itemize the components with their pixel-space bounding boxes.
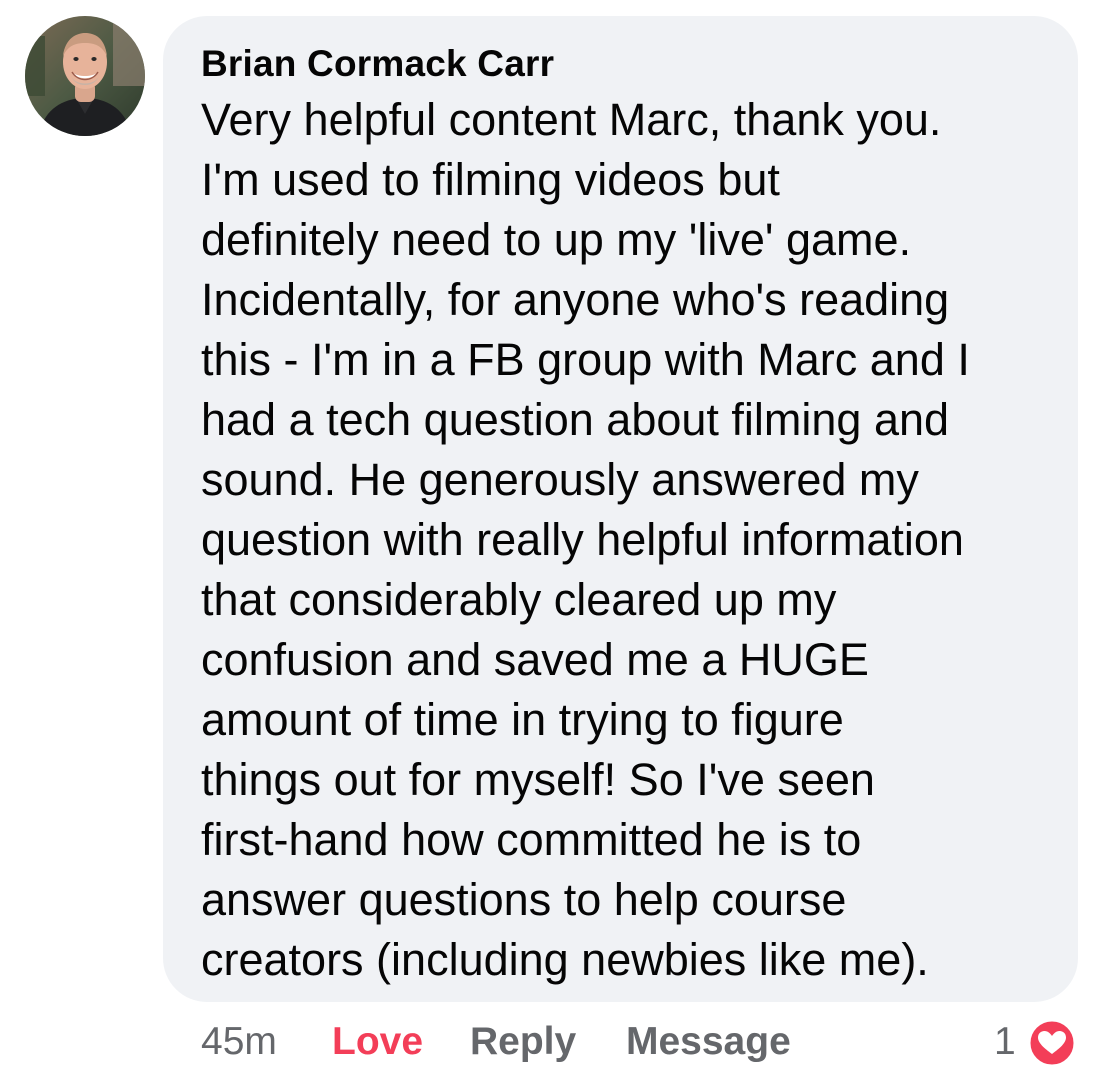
comment-actions: 45m Love Reply Message 1: [0, 1018, 1095, 1068]
comment-author[interactable]: Brian Cormack Carr: [201, 42, 1078, 86]
love-reaction-button[interactable]: Love: [332, 1018, 423, 1066]
comment-text: Very helpful content Marc, thank you. I'…: [201, 90, 1078, 990]
avatar[interactable]: [25, 16, 145, 136]
message-button[interactable]: Message: [626, 1018, 791, 1066]
profile-photo: [25, 16, 145, 136]
comment-line: things out for myself! So I've seen: [201, 754, 875, 805]
comment-line: amount of time in trying to figure: [201, 694, 844, 745]
comment-bubble: Brian Cormack Carr Very helpful content …: [163, 16, 1078, 1002]
comment-line: first-hand how committed he is to: [201, 814, 862, 865]
comment-line: confusion and saved me a HUGE: [201, 634, 869, 685]
comment-line: Incidentally, for anyone who's reading: [201, 274, 950, 325]
comment-timestamp[interactable]: 45m: [201, 1018, 277, 1066]
heart-icon[interactable]: [1027, 1018, 1077, 1068]
comment-line: Very helpful content Marc, thank you.: [201, 94, 942, 145]
comment-line: question with really helpful information: [201, 514, 964, 565]
reply-button[interactable]: Reply: [470, 1018, 576, 1066]
comment-line: that considerably cleared up my: [201, 574, 837, 625]
comment-line: had a tech question about filming and: [201, 394, 950, 445]
comment-line: answer questions to help course: [201, 874, 847, 925]
comment-line: this - I'm in a FB group with Marc and I: [201, 334, 970, 385]
reaction-count[interactable]: 1: [994, 1018, 1016, 1066]
comment-line: sound. He generously answered my: [201, 454, 919, 505]
comment-line: I'm used to filming videos but: [201, 154, 780, 205]
comment-line: definitely need to up my 'live' game.: [201, 214, 912, 265]
comment-line: creators (including newbies like me).: [201, 934, 929, 985]
